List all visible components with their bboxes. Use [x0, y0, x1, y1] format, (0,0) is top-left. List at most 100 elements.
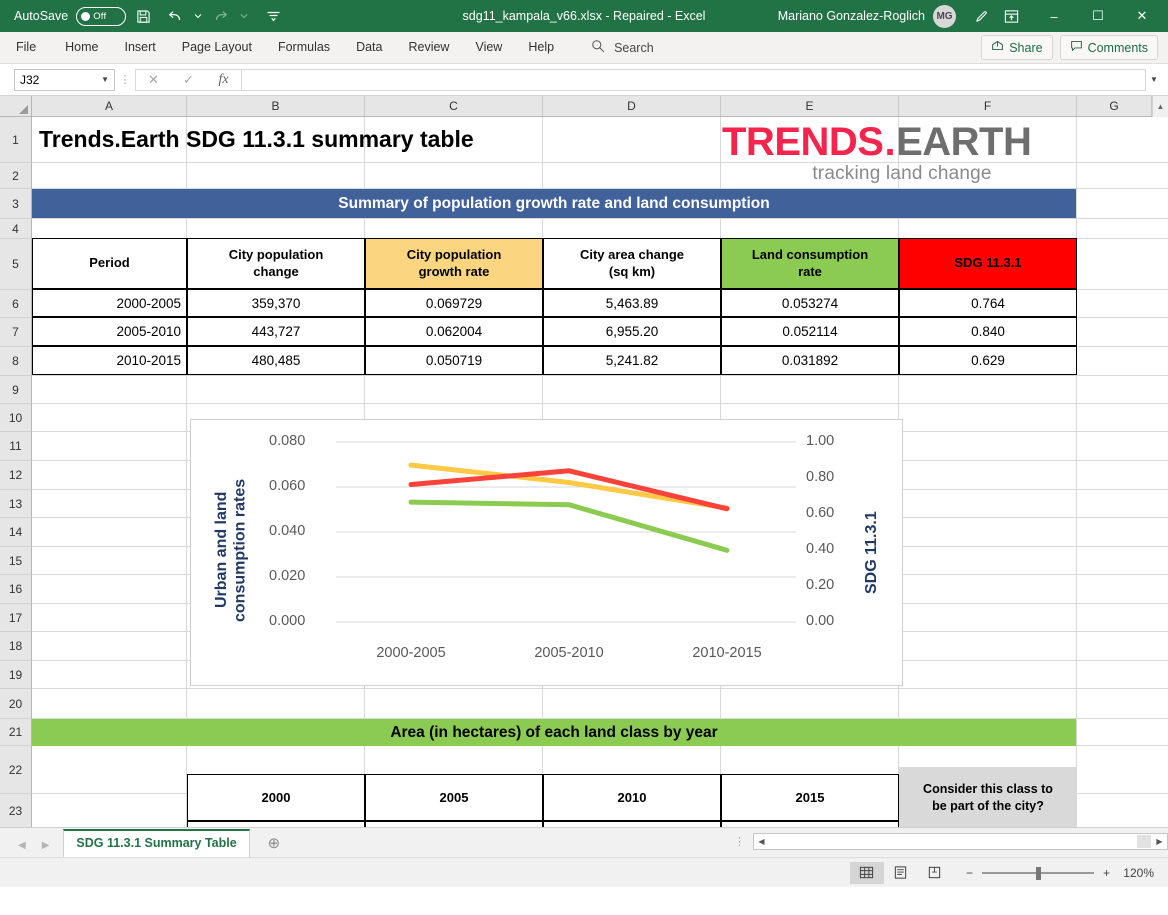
column-header-d[interactable]: D [543, 96, 721, 116]
page-title: Trends.Earth SDG 11.3.1 summary table [32, 117, 592, 162]
row-header-6[interactable]: 6 [0, 290, 32, 318]
ribbon-tab-bar: File Home Insert Page Layout Formulas Da… [0, 32, 1168, 64]
trends-earth-logo: TRENDS . EARTH tracking land change [722, 122, 1082, 185]
row-header-22[interactable]: 22 [0, 746, 32, 794]
scroll-right-arrow[interactable]: ▶ [1152, 837, 1167, 846]
table-row: 0.050719 [365, 346, 543, 375]
row-header-1[interactable]: 1 [0, 117, 32, 163]
undo-dropdown-icon[interactable] [192, 3, 204, 29]
page-break-preview-icon[interactable] [918, 862, 952, 884]
undo-icon[interactable] [160, 3, 190, 29]
zoom-level-label[interactable]: 120% [1122, 866, 1168, 880]
row-header-14[interactable]: 14 [0, 518, 32, 547]
autosave-toggle[interactable]: Off [76, 7, 126, 26]
previous-sheet-icon[interactable]: ◀ [18, 840, 26, 851]
insert-function-icon[interactable]: fx [206, 72, 241, 88]
column-header-c[interactable]: C [365, 96, 543, 116]
share-button[interactable]: Share [981, 35, 1052, 60]
cancel-icon[interactable]: ✕ [136, 72, 171, 88]
chevron-down-icon[interactable]: ▼ [101, 75, 109, 84]
page-layout-view-icon[interactable] [884, 862, 918, 884]
column-header-a[interactable]: A [32, 96, 187, 116]
tab-data[interactable]: Data [343, 32, 395, 63]
column-header-row: A B C D E F G ▲ [0, 96, 1168, 117]
save-icon[interactable] [128, 3, 158, 29]
row-header-23[interactable]: 23 [0, 794, 32, 827]
tab-formulas[interactable]: Formulas [265, 32, 343, 63]
comments-button[interactable]: Comments [1060, 35, 1158, 60]
sheet-tab-sdg-summary[interactable]: SDG 11.3.1 Summary Table [63, 829, 249, 857]
logo-separator: . [883, 122, 896, 162]
zoom-in-button[interactable]: + [1103, 866, 1110, 880]
tab-view[interactable]: View [462, 32, 515, 63]
row-header-15[interactable]: 15 [0, 547, 32, 575]
series-land-consumption-rate [411, 502, 727, 550]
row-header-21[interactable]: 21 [0, 719, 32, 746]
spreadsheet-grid[interactable]: A B C D E F G ▲ 1 2 3 4 5 6 7 8 9 10 11 … [0, 96, 1168, 827]
row-header-8[interactable]: 8 [0, 347, 32, 376]
row-header-11[interactable]: 11 [0, 432, 32, 461]
redo-dropdown-icon[interactable] [238, 3, 250, 29]
chart-y2tick-020: 0.20 [806, 577, 834, 593]
next-sheet-icon[interactable]: ▶ [42, 840, 50, 851]
normal-view-icon[interactable] [850, 862, 884, 884]
row-header-18[interactable]: 18 [0, 632, 32, 661]
split-handle[interactable]: ⋮ [726, 835, 753, 852]
zoom-slider-knob[interactable] [1036, 867, 1041, 880]
add-sheet-icon[interactable]: ⊕ [250, 834, 299, 857]
maximize-button[interactable]: ☐ [1076, 0, 1120, 32]
name-box[interactable]: J32 ▼ [14, 69, 115, 91]
confirm-icon[interactable]: ✓ [171, 72, 206, 88]
tab-help[interactable]: Help [515, 32, 567, 63]
minimize-button[interactable]: – [1032, 0, 1076, 32]
row-header-20[interactable]: 20 [0, 689, 32, 719]
row-header-5[interactable]: 5 [0, 239, 32, 290]
table-row: 5,463.89 [543, 289, 721, 317]
row-header-10[interactable]: 10 [0, 404, 32, 432]
select-all-corner[interactable] [0, 96, 32, 116]
horizontal-scroll-track[interactable] [1137, 835, 1151, 848]
redo-icon[interactable] [206, 3, 236, 29]
row-header-19[interactable]: 19 [0, 661, 32, 689]
row-header-7[interactable]: 7 [0, 318, 32, 347]
search-input[interactable]: Search [614, 41, 654, 55]
tab-review[interactable]: Review [395, 32, 462, 63]
close-button[interactable]: ✕ [1120, 0, 1164, 32]
row-header-13[interactable]: 13 [0, 490, 32, 518]
autosave-knob [81, 12, 90, 21]
column-header-g[interactable]: G [1077, 96, 1152, 116]
cell-area[interactable]: Trends.Earth SDG 11.3.1 summary table TR… [32, 117, 1168, 827]
table-row: 5,241.82 [543, 346, 721, 375]
chart-xtick-2010-2015: 2010-2015 [657, 645, 797, 661]
pen-icon[interactable] [966, 3, 996, 29]
formula-input[interactable] [241, 69, 1146, 91]
avatar[interactable]: MG [933, 5, 956, 28]
row-header-16[interactable]: 16 [0, 575, 32, 604]
horizontal-scroll-thumb[interactable] [770, 835, 1135, 848]
row-header-3[interactable]: 3 [0, 189, 32, 219]
horizontal-scrollbar[interactable]: ◀ ▶ [753, 833, 1168, 850]
column-header-e[interactable]: E [721, 96, 899, 116]
scroll-left-arrow[interactable]: ◀ [754, 837, 769, 846]
row-header-9[interactable]: 9 [0, 376, 32, 404]
row-header-2[interactable]: 2 [0, 163, 32, 189]
tab-insert[interactable]: Insert [112, 32, 169, 63]
column-header-b[interactable]: B [187, 96, 365, 116]
tab-home[interactable]: Home [52, 32, 111, 63]
ribbon-display-options-icon[interactable] [996, 3, 1026, 29]
tab-file[interactable]: File [0, 32, 52, 63]
zoom-out-button[interactable]: − [966, 866, 973, 880]
expand-formula-bar-icon[interactable]: ▼ [1146, 75, 1162, 84]
chart-y2tick-060: 0.60 [806, 505, 834, 521]
summary-line-chart[interactable]: Urban and land consumption rates SDG 11.… [190, 419, 903, 686]
table-row: 359,370 [187, 289, 365, 317]
customize-quick-access-icon[interactable] [258, 3, 288, 29]
zoom-slider[interactable] [982, 872, 1094, 874]
tab-page-layout[interactable]: Page Layout [169, 32, 265, 63]
row-header-12[interactable]: 12 [0, 461, 32, 490]
column-header-f[interactable]: F [899, 96, 1077, 116]
row-header-17[interactable]: 17 [0, 604, 32, 632]
row-header-4[interactable]: 4 [0, 219, 32, 239]
search-box[interactable]: Search [591, 39, 654, 56]
vertical-scroll-up-arrow[interactable]: ▲ [1152, 96, 1168, 117]
